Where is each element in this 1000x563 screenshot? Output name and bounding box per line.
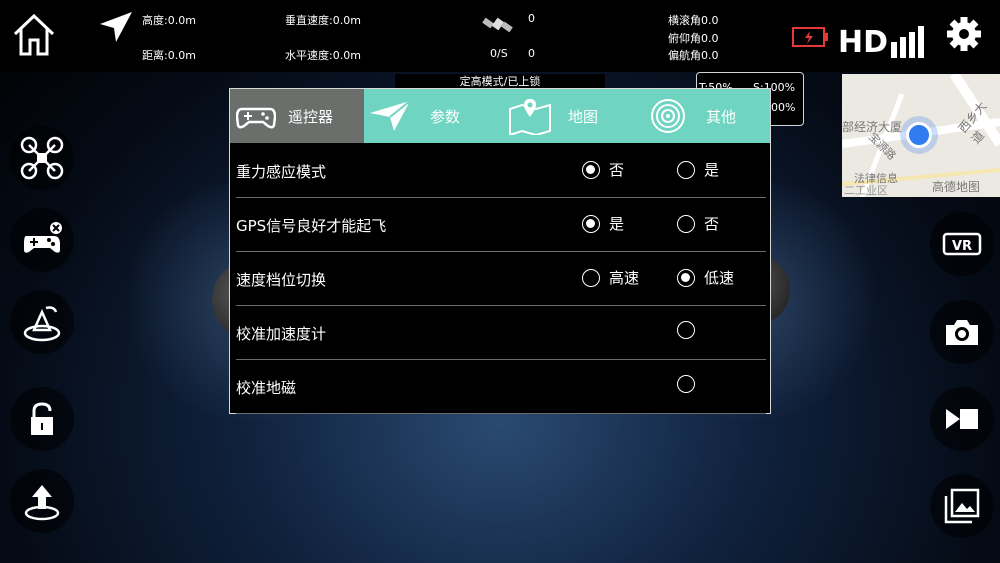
setting-row-accelerometer: 校准加速度计: [236, 305, 766, 360]
calibrate-button[interactable]: [10, 290, 74, 354]
option-label: 是: [609, 215, 625, 233]
option-yes[interactable]: 是: [582, 213, 624, 234]
tab-params[interactable]: 参数: [364, 89, 500, 143]
horizontal-speed-readout: 水平速度:0.0m: [285, 49, 361, 62]
pitch-readout: 俯仰角0.0: [668, 32, 719, 45]
video-icon: [946, 409, 978, 429]
radio-unselected[interactable]: [677, 375, 695, 393]
tab-label: 其他: [706, 107, 737, 126]
distance-readout: 距离:0.0m: [142, 49, 196, 62]
option-label: 是: [704, 161, 720, 179]
takeoff-icon: [24, 485, 60, 521]
rate-value: 0: [528, 47, 535, 60]
tab-other[interactable]: 其他: [636, 89, 770, 143]
calibrate-icon: [23, 306, 61, 342]
compass-arrow-icon: [98, 10, 134, 44]
gamepad-off-icon: [24, 222, 62, 253]
radio-selected[interactable]: [582, 214, 600, 233]
camera-icon: [946, 320, 978, 345]
calibrate-accel-toggle[interactable]: [677, 321, 704, 339]
rate-label: 0/S: [490, 47, 508, 60]
paper-plane-icon: [370, 100, 411, 131]
camera-button[interactable]: [930, 300, 994, 364]
row-label: 校准地磁: [236, 379, 297, 397]
battery-warning-icon: [792, 26, 830, 48]
lock-button[interactable]: [10, 387, 74, 451]
controller-toggle-button[interactable]: [10, 208, 74, 272]
option-no[interactable]: 否: [677, 213, 719, 234]
settings-button[interactable]: [944, 14, 984, 54]
row-label: 速度档位切换: [236, 271, 327, 289]
altitude-readout: 高度:0.0m: [142, 14, 196, 27]
setting-row-gps: GPS信号良好才能起飞 是 否: [236, 197, 766, 252]
radio-unselected[interactable]: [582, 268, 600, 287]
vr-button[interactable]: VR: [930, 212, 994, 276]
vr-icon: VR: [942, 232, 982, 256]
row-label: 校准加速度计: [236, 325, 327, 343]
target-icon: [651, 99, 685, 133]
tab-remote[interactable]: 遥控器: [230, 89, 364, 143]
row-label: 重力感应模式: [236, 163, 327, 181]
lock-icon: [31, 402, 53, 435]
radio-unselected[interactable]: [677, 160, 695, 179]
option-label: 高速: [609, 269, 640, 287]
calibrate-compass-toggle[interactable]: [677, 375, 704, 393]
setting-row-gravity: 重力感应模式 否 是: [236, 143, 766, 198]
hd-signal: HD: [838, 24, 930, 58]
satellite-icon: [480, 10, 516, 40]
tab-label: 地图: [568, 107, 599, 126]
svg-text:VR: VR: [952, 239, 972, 254]
option-low-speed[interactable]: 低速: [677, 267, 734, 288]
hd-label: HD: [838, 25, 889, 60]
radio-unselected[interactable]: [677, 214, 695, 233]
option-high-speed[interactable]: 高速: [582, 267, 639, 288]
home-icon: [13, 13, 55, 56]
gallery-button[interactable]: [930, 474, 994, 538]
signal-bars-icon: [891, 26, 925, 58]
setting-row-speed: 速度档位切换 高速 低速: [236, 251, 766, 306]
gallery-icon: [944, 488, 980, 524]
setting-row-compass: 校准地磁: [236, 359, 766, 414]
radio-selected[interactable]: [677, 268, 695, 287]
option-yes[interactable]: 是: [677, 159, 719, 180]
tab-label: 遥控器: [288, 107, 334, 126]
video-record-button[interactable]: [930, 387, 994, 451]
option-label: 低速: [704, 269, 735, 287]
yaw-readout: 偏航角0.0: [668, 49, 719, 62]
radio-selected[interactable]: [582, 160, 600, 179]
drone-icon: [20, 136, 64, 180]
row-label: GPS信号良好才能起飞: [236, 217, 387, 235]
gamepad-icon: [236, 107, 276, 129]
option-no[interactable]: 否: [582, 159, 624, 180]
map-icon: [509, 99, 551, 135]
vertical-speed-readout: 垂直速度:0.0m: [285, 14, 361, 27]
roll-readout: 横滚角0.0: [668, 14, 719, 27]
settings-dialog: 遥控器 参数 地图 其他 重力感应模式 否 是 GPS信号良好才能起飞 是 否 …: [229, 88, 771, 414]
tab-label: 参数: [430, 107, 461, 126]
gear-icon: [947, 17, 981, 51]
satellite-count: 0: [528, 12, 535, 25]
map-label: 高德地图: [932, 180, 981, 194]
radio-unselected[interactable]: [677, 321, 695, 339]
location-dot-icon: [906, 122, 932, 148]
takeoff-button[interactable]: [10, 469, 74, 533]
map-label: 二工业区: [844, 184, 888, 197]
tab-map[interactable]: 地图: [500, 89, 636, 143]
mini-map[interactable]: 部经济大厦 宝源路 西乡大道 法律信息 二工业区 高德地图: [842, 74, 1000, 197]
option-label: 否: [704, 215, 720, 233]
home-button[interactable]: [10, 12, 58, 58]
drone-mode-button[interactable]: [10, 126, 74, 190]
settings-tabs: 遥控器 参数 地图 其他: [230, 89, 770, 143]
option-label: 否: [609, 161, 625, 179]
